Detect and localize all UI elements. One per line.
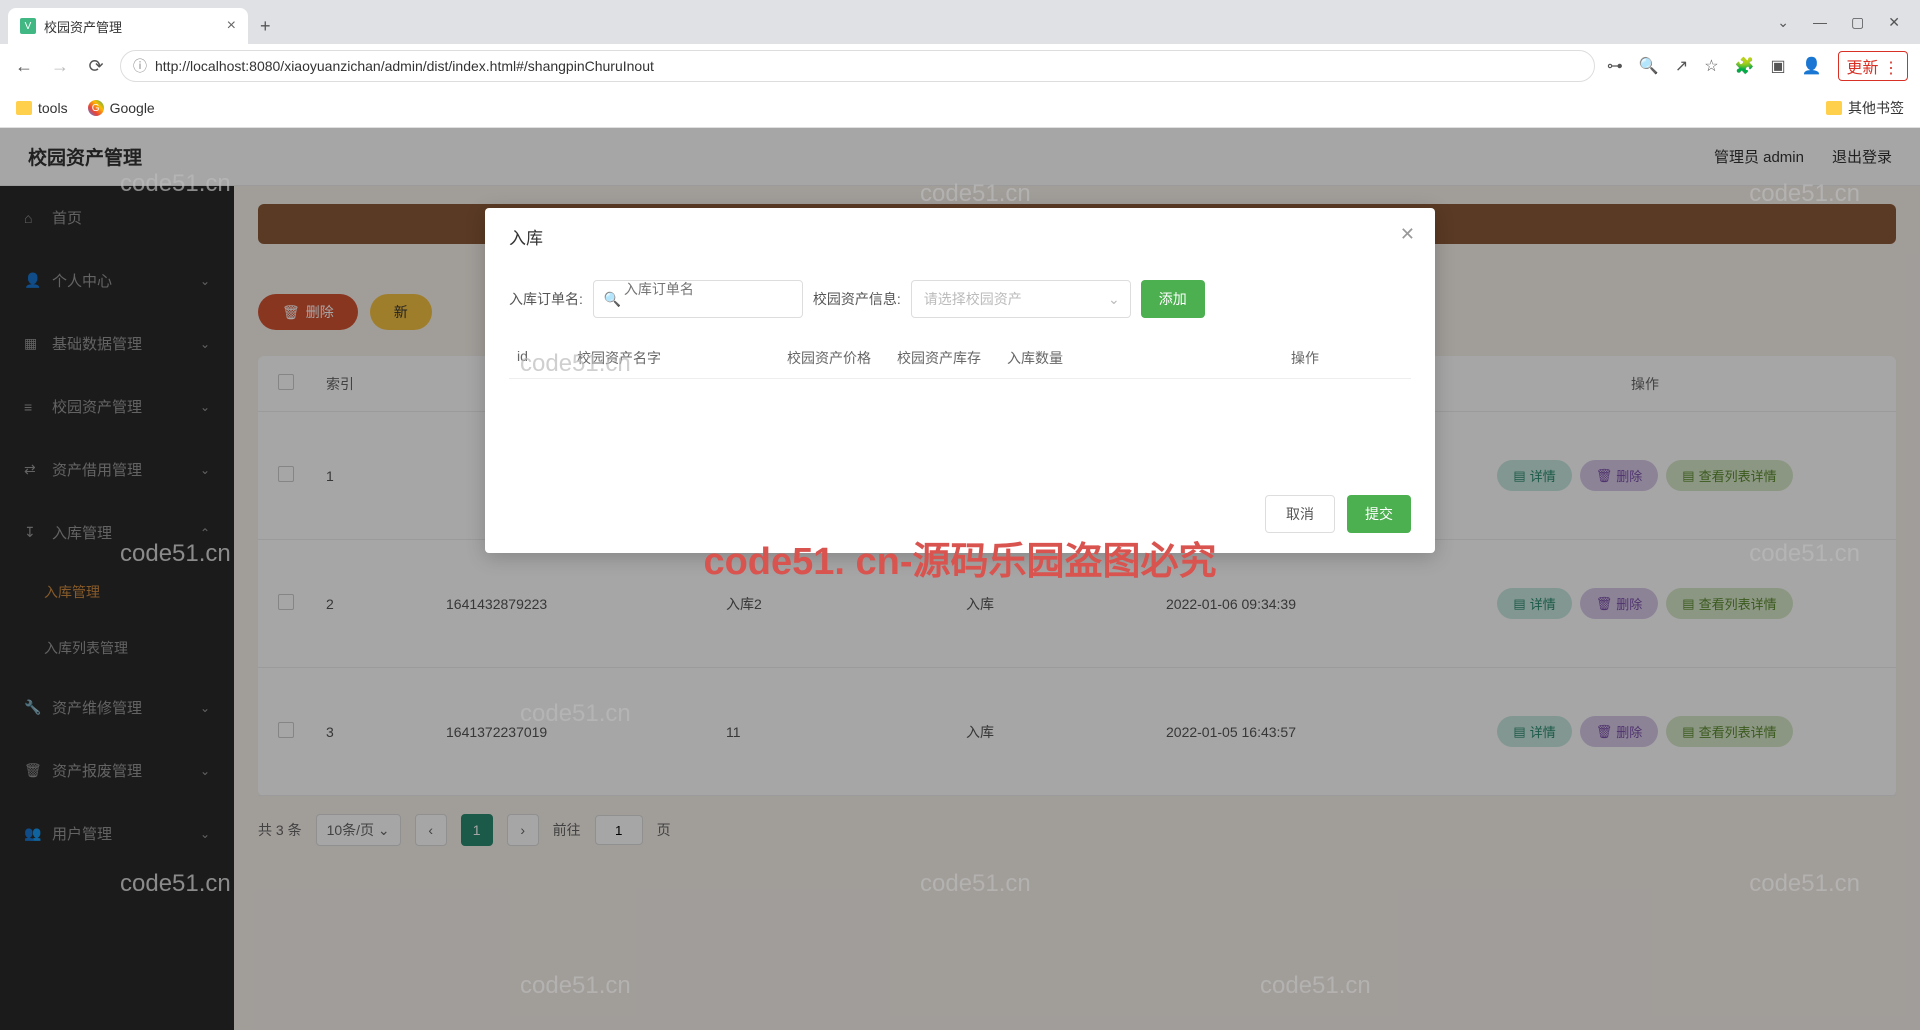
order-label: 入库订单名:	[509, 289, 583, 309]
mcol-name: 校园资产名字	[569, 348, 779, 368]
profile-icon[interactable]: 👤	[1802, 56, 1822, 76]
folder-icon	[1826, 101, 1842, 115]
minimize-icon[interactable]: —	[1813, 14, 1827, 31]
share-icon[interactable]: ↗	[1675, 56, 1688, 76]
modal-footer: 取消 提交	[485, 475, 1435, 553]
mcol-qty: 入库数量	[999, 348, 1199, 368]
new-tab-button[interactable]: +	[260, 16, 271, 37]
tab-title: 校园资产管理	[44, 17, 219, 36]
key-icon[interactable]: ⊶	[1607, 56, 1623, 76]
bookmark-bar: tools GGoogle 其他书签	[0, 88, 1920, 128]
submit-button[interactable]: 提交	[1347, 495, 1411, 533]
asset-select[interactable]: 请选择校园资产 ⌄	[911, 280, 1131, 318]
modal-title: 入库	[509, 224, 543, 249]
close-icon[interactable]: ×	[227, 17, 236, 35]
maximize-icon[interactable]: ▢	[1851, 14, 1864, 31]
modal-body: 入库订单名: 🔍 校园资产信息: 请选择校园资产 ⌄ 添加 id 校园资产名字 …	[485, 264, 1435, 475]
search-icon: 🔍	[604, 291, 621, 308]
forward-button[interactable]: →	[48, 56, 72, 77]
panel-icon[interactable]: ▣	[1770, 56, 1785, 76]
mcol-id: id	[509, 348, 569, 368]
asset-label: 校园资产信息:	[813, 289, 901, 309]
bookmark-other[interactable]: 其他书签	[1826, 98, 1904, 118]
window-controls: ⌄ — ▢ ✕	[1777, 14, 1912, 31]
bookmark-icon[interactable]: ☆	[1704, 56, 1718, 76]
extensions-icon[interactable]: 🧩	[1735, 56, 1755, 76]
cancel-button[interactable]: 取消	[1265, 495, 1335, 533]
bookmark-tools[interactable]: tools	[16, 100, 68, 116]
google-icon: G	[88, 100, 104, 116]
vue-icon: V	[20, 18, 36, 34]
order-input-wrap: 🔍	[593, 280, 803, 318]
nav-bar: ← → ⟳ ⓘ http://localhost:8080/xiaoyuanzi…	[0, 44, 1920, 88]
nav-icons: ⊶ 🔍 ↗ ☆ 🧩 ▣ 👤 更新 ⋮	[1607, 51, 1908, 81]
order-name-input[interactable]	[604, 281, 772, 297]
browser-tab[interactable]: V 校园资产管理 ×	[8, 8, 248, 44]
chevron-down-icon[interactable]: ⌄	[1777, 14, 1789, 31]
inbound-modal: 入库 ✕ 入库订单名: 🔍 校园资产信息: 请选择校园资产 ⌄ 添加 id 校园…	[485, 208, 1435, 553]
update-button[interactable]: 更新 ⋮	[1838, 51, 1908, 81]
mcol-act: 操作	[1199, 348, 1411, 368]
modal-overlay[interactable]: 入库 ✕ 入库订单名: 🔍 校园资产信息: 请选择校园资产 ⌄ 添加 id 校园…	[0, 128, 1920, 1030]
back-button[interactable]: ←	[12, 56, 36, 77]
url-text: http://localhost:8080/xiaoyuanzichan/adm…	[155, 58, 654, 74]
zoom-icon[interactable]: 🔍	[1639, 56, 1659, 76]
close-icon[interactable]: ✕	[1400, 224, 1415, 245]
info-icon[interactable]: ⓘ	[133, 56, 147, 76]
close-window-icon[interactable]: ✕	[1888, 14, 1900, 31]
modal-header: 入库 ✕	[485, 208, 1435, 264]
chevron-down-icon: ⌄	[1108, 291, 1120, 308]
browser-chrome: V 校园资产管理 × + ⌄ — ▢ ✕ ← → ⟳ ⓘ http://loca…	[0, 0, 1920, 128]
bookmark-google[interactable]: GGoogle	[88, 100, 155, 116]
add-asset-button[interactable]: 添加	[1141, 280, 1205, 318]
reload-button[interactable]: ⟳	[84, 56, 108, 77]
mcol-price: 校园资产价格	[779, 348, 889, 368]
mcol-stock: 校园资产库存	[889, 348, 999, 368]
tab-bar: V 校园资产管理 × + ⌄ — ▢ ✕	[0, 0, 1920, 44]
url-bar[interactable]: ⓘ http://localhost:8080/xiaoyuanzichan/a…	[120, 50, 1595, 82]
folder-icon	[16, 101, 32, 115]
modal-table-header: id 校园资产名字 校园资产价格 校园资产库存 入库数量 操作	[509, 338, 1411, 379]
